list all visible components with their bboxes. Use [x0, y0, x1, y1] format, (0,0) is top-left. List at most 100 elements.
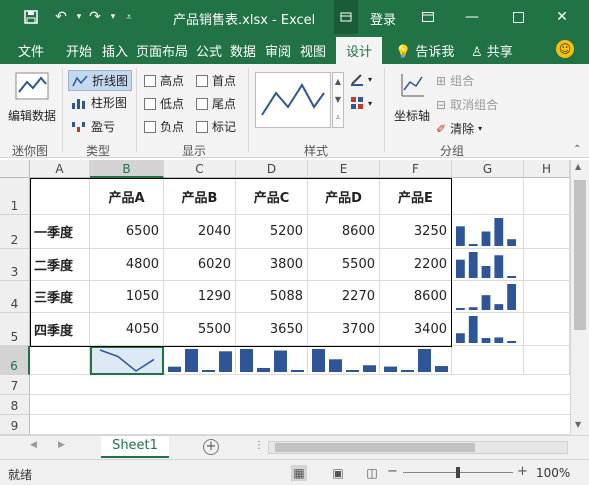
row-header-6[interactable]: 6 [0, 346, 30, 375]
close-icon[interactable]: ✕ [553, 8, 571, 26]
tab-formulas[interactable]: 公式 [196, 41, 222, 60]
worksheet-grid[interactable]: 产品A 产品B 产品C 产品D 产品E 一季度 6500 2040 5200 8… [30, 178, 570, 435]
zoom-level[interactable]: 100% [536, 466, 570, 480]
style-preview-icon [261, 83, 325, 116]
show-negative-label: 负点 [160, 120, 185, 134]
row-header-3[interactable]: 3 [0, 249, 30, 281]
type-line-button[interactable]: 折线图 [68, 70, 133, 91]
tab-splitter-icon[interactable]: ⋮ [254, 440, 264, 451]
show-low-checkbox[interactable]: 低点 [144, 95, 184, 112]
column-header-e[interactable]: E [308, 160, 380, 178]
column-header-h[interactable]: H [524, 160, 570, 178]
tell-me-label: 告诉我 [415, 45, 455, 60]
sheet-tabs-bar: ◀ ▶ Sheet1 + ⋮ [0, 435, 589, 459]
ribbon-options-icon[interactable] [334, 0, 358, 34]
smiley-feedback-icon[interactable]: ☺ [556, 40, 574, 58]
row-sparkline-bar [481, 265, 491, 278]
page-break-view-icon[interactable]: ◫ [364, 465, 380, 481]
column-header-d[interactable]: D [236, 160, 308, 178]
column-header-g[interactable]: G [452, 160, 524, 178]
row-header-1[interactable]: 1 [0, 178, 30, 215]
row-sparkline-bar [494, 337, 504, 343]
customize-toolbar-icon[interactable]: ⩡ [120, 8, 138, 26]
group-label-sparkline: 迷你图 [12, 144, 49, 158]
tab-data[interactable]: 数据 [230, 41, 256, 60]
clear-button[interactable]: ✐ 清除 ▾ [436, 120, 482, 137]
horizontal-scrollbar[interactable] [268, 441, 568, 454]
minimize-icon[interactable]: — [463, 8, 481, 26]
type-line-label: 折线图 [92, 74, 129, 88]
type-column-label: 柱形图 [91, 96, 128, 110]
save-icon[interactable] [22, 8, 40, 26]
style-gallery-scroll[interactable]: ▲ ▼ ⩡ [332, 72, 344, 128]
edit-data-icon [15, 72, 49, 100]
column-header-a[interactable]: A [30, 160, 90, 178]
row-sparkline-bar [507, 239, 516, 246]
show-last-label: 尾点 [212, 97, 237, 111]
marker-color-button[interactable]: ▾ [350, 96, 372, 110]
group-separator [136, 68, 137, 152]
sheet-next-icon[interactable]: ▶ [58, 440, 65, 450]
maximize-icon[interactable] [509, 8, 527, 26]
scroll-down-icon[interactable]: ▼ [575, 420, 581, 429]
row-sparkline-bar [494, 255, 504, 278]
type-column-button[interactable]: 柱形图 [71, 94, 127, 111]
show-high-checkbox[interactable]: 高点 [144, 72, 184, 89]
edit-data-button[interactable]: 编辑数据 [6, 72, 58, 124]
row-header-7[interactable]: 7 [0, 375, 30, 395]
ungroup-button[interactable]: ⊟ 取消组合 [436, 96, 498, 113]
column-header-b[interactable]: B [90, 160, 164, 178]
tab-view[interactable]: 视图 [300, 41, 326, 60]
window-title: 产品销售表.xlsx - Excel [173, 13, 316, 28]
row-header-4[interactable]: 4 [0, 281, 30, 313]
sheet-prev-icon[interactable]: ◀ [30, 440, 37, 450]
tab-page-layout[interactable]: 页面布局 [136, 41, 188, 60]
scroll-up-icon[interactable]: ▲ [575, 162, 581, 171]
type-winloss-button[interactable]: 盈亏 [71, 118, 115, 135]
row-header-5[interactable]: 5 [0, 313, 30, 346]
column-sparkline-bar [384, 366, 397, 372]
tab-review[interactable]: 审阅 [265, 41, 291, 60]
tab-home[interactable]: 开始 [66, 41, 92, 60]
vertical-scroll-thumb[interactable] [574, 180, 586, 330]
collapse-ribbon-icon[interactable]: ⌃ [573, 144, 581, 155]
undo-icon[interactable]: ↶ [52, 8, 70, 26]
row-header-9[interactable]: 9 [0, 415, 30, 435]
zoom-slider-handle[interactable] [456, 467, 460, 478]
sparkline-style-gallery[interactable] [255, 72, 331, 128]
select-all-corner[interactable] [0, 160, 30, 178]
sheet-tab-sheet1[interactable]: Sheet1 [101, 436, 169, 458]
line-sparkline-icon [72, 75, 88, 86]
sparkline-color-button[interactable]: ▾ [350, 72, 372, 86]
ribbon-display-icon[interactable] [419, 8, 437, 26]
show-last-checkbox[interactable]: 尾点 [196, 95, 236, 112]
tab-design[interactable]: 设计 [336, 37, 383, 64]
page-layout-view-icon[interactable]: ▣ [330, 465, 346, 481]
horizontal-scroll-thumb[interactable] [275, 443, 475, 452]
share-button[interactable]: ♙ 共享 [471, 41, 513, 60]
login-link[interactable]: 登录 [370, 9, 396, 28]
show-first-checkbox[interactable]: 首点 [196, 72, 236, 89]
tab-insert[interactable]: 插入 [102, 41, 128, 60]
title-bar: ↶ ▾ ↷ ▾ ⩡ 产品销售表.xlsx - Excel 登录 — ✕ [0, 0, 589, 34]
group-label-style: 样式 [304, 144, 329, 158]
show-markers-checkbox[interactable]: 标记 [196, 118, 236, 135]
redo-icon[interactable]: ↷ [86, 8, 104, 26]
zoom-out-icon[interactable]: − [387, 464, 398, 479]
row-header-2[interactable]: 2 [0, 215, 30, 249]
person-icon: ♙ [471, 45, 483, 60]
add-sheet-icon[interactable]: + [203, 439, 219, 455]
zoom-in-icon[interactable]: + [517, 464, 528, 479]
row-header-8[interactable]: 8 [0, 395, 30, 415]
show-negative-checkbox[interactable]: 负点 [144, 118, 184, 135]
tell-me-button[interactable]: 💡 告诉我 [395, 41, 454, 60]
edit-data-label: 编辑数据 [7, 109, 56, 123]
column-header-c[interactable]: C [164, 160, 236, 178]
row-sparkline-bar [468, 252, 478, 278]
group-button[interactable]: ⊞ 组合 [436, 72, 474, 89]
vertical-scrollbar[interactable]: ▲ ▼ [570, 160, 589, 435]
normal-view-icon[interactable]: ▦ [291, 465, 307, 481]
axis-button[interactable]: 坐标轴 [392, 72, 432, 124]
tab-file[interactable]: 文件 [18, 41, 44, 60]
column-header-f[interactable]: F [380, 160, 452, 178]
